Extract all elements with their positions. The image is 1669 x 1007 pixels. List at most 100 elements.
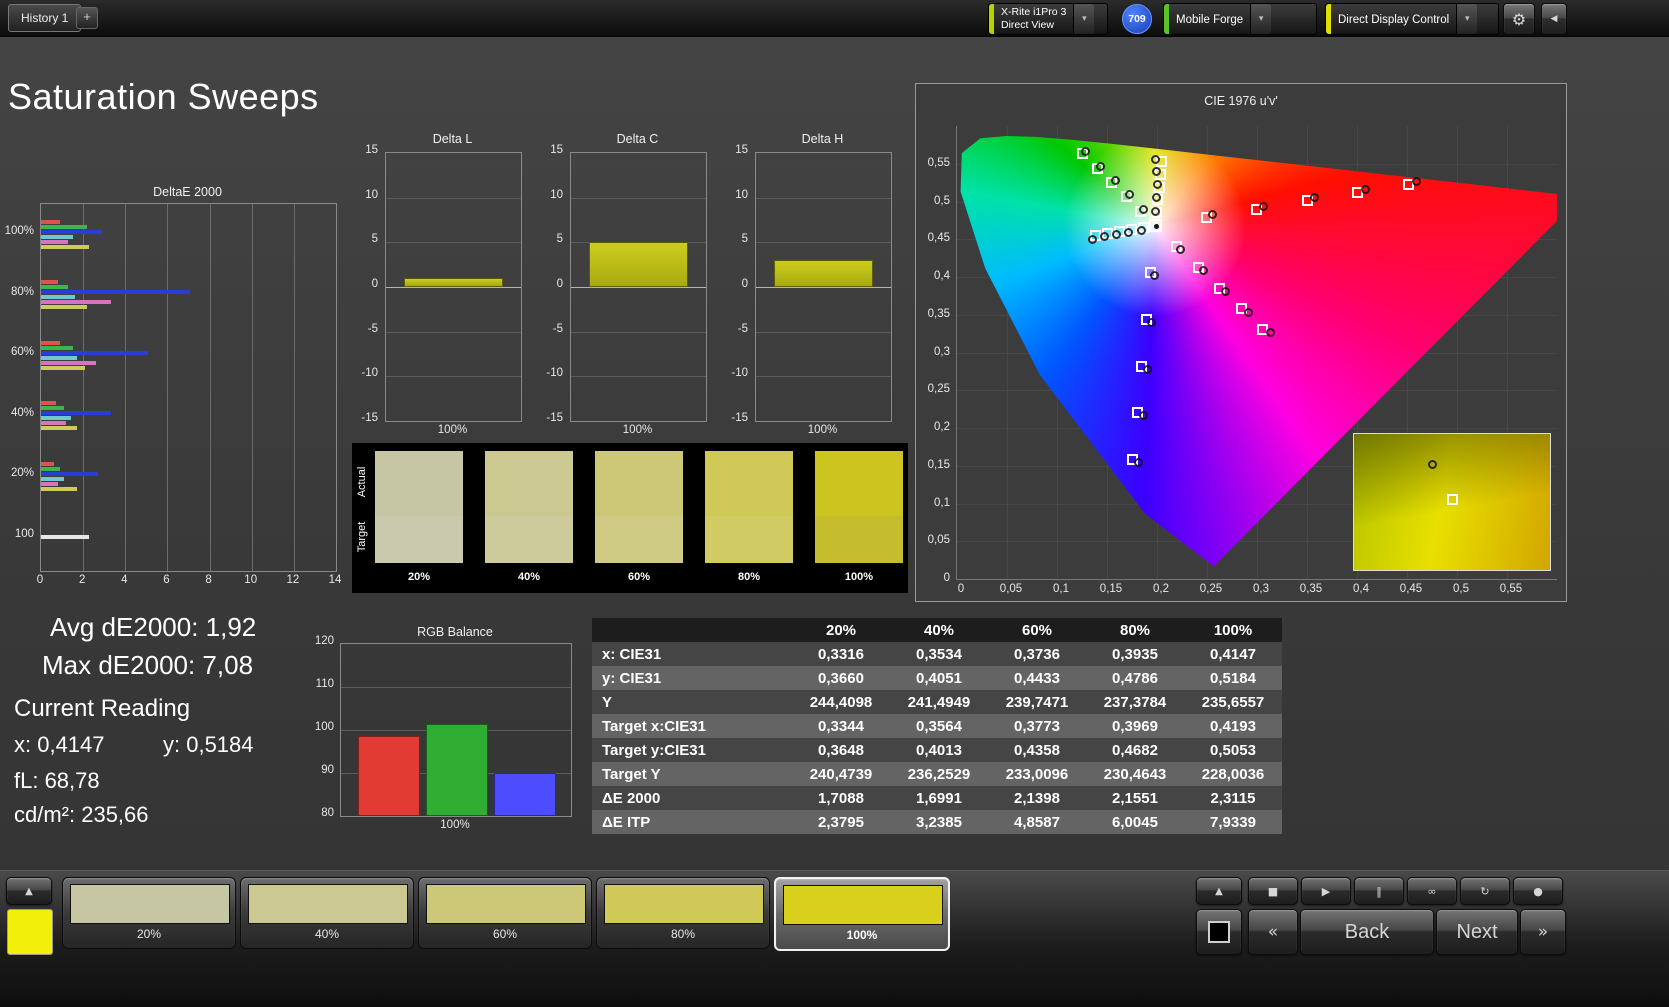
y-axis-labels: 100% 80% 60% 40% 20% 100 <box>0 203 36 570</box>
grid-line <box>386 287 521 288</box>
x-axis-labels: 0 2 4 6 8 10 12 14 <box>37 574 342 588</box>
cell-value: 0,3660 <box>792 666 890 690</box>
continuous-button[interactable]: ∞ <box>1407 877 1457 905</box>
back-button[interactable]: Back <box>1300 909 1434 955</box>
chart-title: Delta H <box>801 132 844 146</box>
axis-tick-label: -5 <box>737 322 748 335</box>
measured-point-marker <box>1150 206 1160 216</box>
axis-tick-label: 14 <box>328 574 342 586</box>
deltae-bar <box>41 350 149 355</box>
continuous-icon: ∞ <box>1427 884 1437 898</box>
cell-value: 240,4739 <box>792 762 890 786</box>
pattern-source-selector[interactable]: Mobile Forge ▾ <box>1163 3 1317 35</box>
target-row-label: Target <box>356 521 368 553</box>
gear-icon: ⚙ <box>1511 9 1527 29</box>
pattern-swatch-button[interactable]: 60% <box>418 877 592 949</box>
axis-tick-label: 120 <box>314 635 334 647</box>
display-control-selector[interactable]: Direct Display Control ▾ <box>1325 3 1499 35</box>
deltae-bar <box>41 486 77 491</box>
axis-tick-label: 15 <box>365 144 378 156</box>
deltae-bar <box>41 295 75 299</box>
last-page-button[interactable]: » <box>1520 909 1566 955</box>
actual-target-swatch <box>485 451 573 563</box>
x-axis-label: 100% <box>622 424 653 436</box>
next-button[interactable]: Next <box>1436 909 1518 955</box>
table-row: Target x:CIE31 0,3344 0,3564 0,3773 0,3969 0,… <box>592 714 1282 738</box>
axis-tick-label: -15 <box>731 412 748 424</box>
y-axis-labels: 15 10 5 0 -5 -10 -15 <box>722 144 750 424</box>
swatch-color <box>783 885 943 925</box>
deltae-bar <box>41 401 56 405</box>
grid-line <box>209 204 211 571</box>
axis-tick-label: 0,35 <box>1299 583 1323 595</box>
deltae-bar <box>41 305 88 309</box>
pattern-options-up-button[interactable]: ▲ <box>6 877 52 905</box>
chevron-down-icon[interactable]: ▾ <box>1250 4 1272 34</box>
swatch-label: 80% <box>670 927 696 941</box>
read-single-button[interactable] <box>1196 909 1242 955</box>
row-label: x: CIE31 <box>592 642 792 666</box>
add-tab-button[interactable]: + <box>76 7 98 29</box>
chart-title: Delta L <box>432 132 473 146</box>
cell-value: 0,3648 <box>792 738 890 762</box>
grid-line <box>167 204 169 571</box>
axis-tick-label: -10 <box>546 367 563 380</box>
chevron-down-icon[interactable]: ▾ <box>1073 4 1095 34</box>
pattern-swatch-button[interactable]: 100% <box>774 877 950 951</box>
grid-line <box>756 376 891 378</box>
refresh-button[interactable]: ↻ <box>1460 877 1510 905</box>
swatch-label: 60% <box>627 571 651 583</box>
measured-point-marker <box>1152 179 1162 189</box>
axis-tick-label: -15 <box>361 412 378 424</box>
first-page-button[interactable]: « <box>1248 909 1298 955</box>
cell-value: 228,0036 <box>1184 762 1282 786</box>
axis-tick-label: 0 <box>943 572 950 584</box>
cell-value: 237,3784 <box>1086 690 1184 714</box>
collapse-panel-button[interactable]: ◀ <box>1541 3 1567 35</box>
column-header: 80% <box>1086 618 1184 642</box>
max-de2000: Max dE2000: 7,08 <box>42 650 254 680</box>
meter-selector[interactable]: X-Rite i1Pro 3 Direct View ▾ <box>988 3 1108 35</box>
white-point-marker <box>1148 219 1162 233</box>
pattern-swatch-button[interactable]: 80% <box>596 877 770 949</box>
meter-options-up-button[interactable]: ▲ <box>1196 877 1242 905</box>
chevron-down-icon[interactable]: ▾ <box>1456 4 1478 34</box>
measured-point-marker <box>1360 184 1370 194</box>
row-label: Y <box>592 690 792 714</box>
pause-button[interactable]: ‖ <box>1354 877 1404 905</box>
actual-color <box>485 451 573 516</box>
cell-value: 0,4682 <box>1086 738 1184 762</box>
avg-de2000: Avg dE2000: 1,92 <box>50 612 257 642</box>
swatch-label: 40% <box>517 571 541 583</box>
column-header: 40% <box>890 618 988 642</box>
x-axis-labels: 0 0,05 0,1 0,15 0,2 0,25 0,3 0,35 0,4 0,45 0,5 0,55 <box>956 583 1556 597</box>
axis-tick-label: 0,25 <box>927 383 950 396</box>
cell-value: 0,4013 <box>890 738 988 762</box>
settings-gear-button[interactable]: ⚙ <box>1503 3 1535 35</box>
cell-value: 3,2385 <box>890 810 988 834</box>
swatch-label: 20% <box>136 927 162 941</box>
stop-button[interactable]: ■ <box>1248 877 1298 905</box>
tab-history-1[interactable]: History 1 <box>8 4 82 32</box>
cell-value: 2,1551 <box>1086 786 1184 810</box>
cell-value: 1,7088 <box>792 786 890 810</box>
y-axis-labels: 0 0,05 0,1 0,15 0,2 0,25 0,3 0,35 0,4 0,45 0,5 0,55 <box>918 126 952 584</box>
axis-tick-label: 100% <box>4 225 34 237</box>
measured-point-marker <box>1095 161 1105 171</box>
axis-tick-label: 5 <box>556 233 563 246</box>
pattern-swatch-button[interactable]: 20% <box>62 877 236 949</box>
pattern-swatch-button[interactable]: 40% <box>240 877 414 949</box>
current-pattern-swatch[interactable] <box>7 909 53 955</box>
record-button[interactable]: ● <box>1513 877 1563 905</box>
deltae-bar <box>41 340 60 345</box>
measured-point-marker <box>1243 307 1253 317</box>
axis-tick-label: 0,1 <box>1053 583 1069 595</box>
axis-tick-label: 12 <box>286 574 300 586</box>
cell-value: 2,3115 <box>1184 786 1282 810</box>
colorspace-badge[interactable]: 709 <box>1122 4 1152 34</box>
current-cdm2: cd/m²: 235,66 <box>14 802 149 827</box>
pause-icon: ‖ <box>1376 884 1382 898</box>
pattern-source-label: Mobile Forge <box>1176 13 1244 26</box>
play-button[interactable]: ▶ <box>1301 877 1351 905</box>
measured-point-marker <box>1258 201 1268 211</box>
